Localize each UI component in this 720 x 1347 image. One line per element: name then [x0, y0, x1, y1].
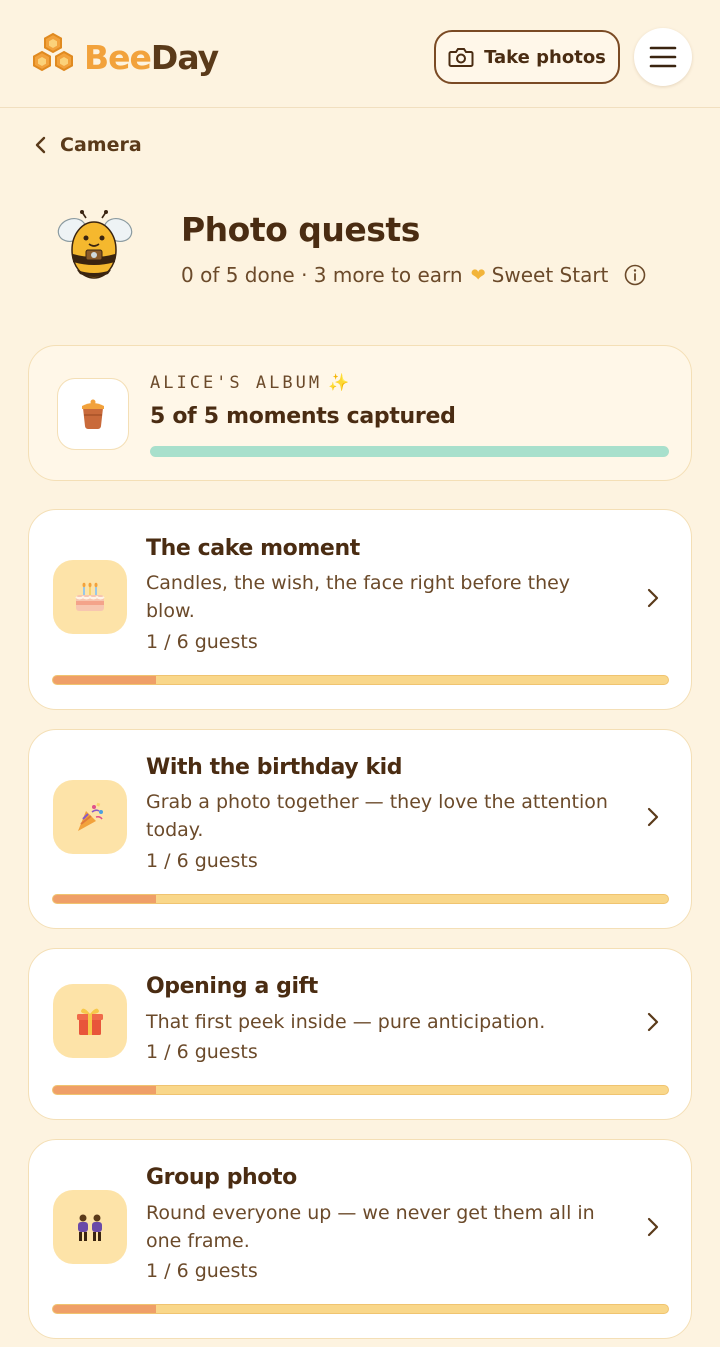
album-progress-bar: [150, 446, 669, 457]
back-label: Camera: [60, 134, 142, 156]
gift-icon: [77, 1008, 103, 1035]
chevron-right-icon: [647, 588, 659, 608]
quest-icon-tile: [53, 984, 127, 1058]
quest-progress-bar: [52, 1304, 669, 1314]
quest-summary: 0 of 5 done · 3 more to earn ❤ Sweet Sta…: [181, 263, 646, 287]
quest-description: Grab a photo together — they love the at…: [146, 791, 608, 841]
quest-progress-fill: [53, 1086, 156, 1094]
brand-name: BeeDay: [84, 37, 219, 77]
chevron-right-icon: [647, 1012, 659, 1032]
quest-icon-tile: [53, 1190, 127, 1264]
album-label: ALICE'S ALBUM ✨: [150, 373, 350, 393]
honey-pot-icon: [82, 399, 104, 429]
camera-icon: [448, 48, 474, 67]
quest-progress-text: 1 / 6 guests: [146, 1260, 258, 1282]
quest-progress-text: 1 / 6 guests: [146, 631, 258, 653]
take-photos-label: Take photos: [484, 46, 606, 68]
quest-progress-fill: [53, 1305, 156, 1313]
bee-mascot-icon: [57, 210, 133, 279]
quest-card-group-photo[interactable]: Group photo Round everyone up — we never…: [28, 1139, 692, 1339]
hamburger-menu-icon: [649, 46, 677, 68]
quest-progress-text: 1 / 6 guests: [146, 850, 258, 872]
quest-progress-text: 1 / 6 guests: [146, 1041, 258, 1063]
chevron-right-icon: [647, 807, 659, 827]
quest-title: Opening a gift: [146, 974, 318, 999]
menu-button[interactable]: [634, 28, 692, 86]
album-captured-count: 5 of 5 moments captured: [150, 404, 456, 429]
album-progress-fill: [150, 446, 669, 457]
back-to-camera-link[interactable]: Camera: [34, 134, 142, 156]
quest-summary-progress: 0 of 5 done · 3 more to earn: [181, 263, 463, 287]
heart-icon: ❤: [470, 264, 486, 286]
quest-description: That first peek inside — pure anticipati…: [146, 1011, 546, 1033]
quest-progress-bar: [52, 894, 669, 904]
quest-title: Group photo: [146, 1165, 297, 1190]
take-photos-button[interactable]: Take photos: [434, 30, 620, 84]
album-icon-tile: [57, 378, 129, 450]
brand-logo[interactable]: BeeDay: [28, 32, 219, 82]
quest-title: With the birthday kid: [146, 755, 403, 780]
quest-progress-fill: [53, 676, 156, 684]
reward-name: Sweet Start: [491, 263, 609, 287]
quest-progress-bar: [52, 1085, 669, 1095]
app-header: BeeDay Take photos: [0, 0, 720, 108]
chevron-left-icon: [35, 136, 46, 154]
people-icon: [78, 1214, 102, 1241]
quest-title: The cake moment: [146, 536, 360, 561]
page-title: Photo quests: [181, 210, 420, 249]
album-card[interactable]: ALICE'S ALBUM ✨ 5 of 5 moments captured: [28, 345, 692, 481]
honeycomb-logo-icon: [33, 32, 73, 72]
quest-icon-tile: [53, 560, 127, 634]
chevron-right-icon: [647, 1217, 659, 1237]
quest-card-cake[interactable]: The cake moment Candles, the wish, the f…: [28, 509, 692, 710]
sparkle-icon: ✨: [328, 373, 350, 393]
quest-card-gift[interactable]: Opening a gift That first peek inside — …: [28, 948, 692, 1120]
cake-icon: [75, 582, 105, 611]
quest-icon-tile: [53, 780, 127, 854]
quest-progress-bar: [52, 675, 669, 685]
quest-description: Candles, the wish, the face right before…: [146, 572, 571, 622]
quest-description: Round everyone up — we never get them al…: [146, 1202, 595, 1252]
info-icon[interactable]: [624, 264, 646, 286]
party-popper-icon: [78, 802, 103, 831]
quest-card-birthday-kid[interactable]: With the birthday kid Grab a photo toget…: [28, 729, 692, 929]
quest-progress-fill: [53, 895, 156, 903]
